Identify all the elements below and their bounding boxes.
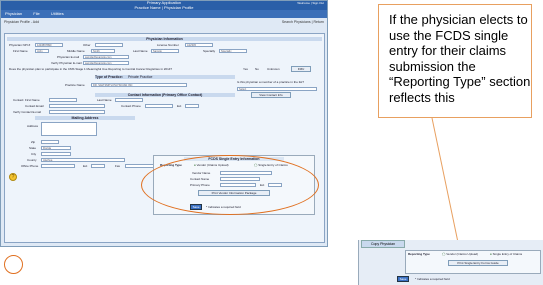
office-phone-label: Office Phone bbox=[21, 164, 39, 168]
other-label: Other bbox=[83, 43, 91, 47]
zoom-option-single-entry[interactable]: ● Single Entry of Claims bbox=[490, 252, 522, 256]
menu-item-utilities[interactable]: Utilities bbox=[51, 11, 64, 16]
state-select[interactable]: Florida bbox=[41, 146, 71, 150]
profile-links[interactable]: Search Physicians | Return bbox=[282, 19, 324, 25]
participation-question: Does the physician plan to participate i… bbox=[9, 67, 173, 71]
contact-ext-input[interactable] bbox=[185, 104, 199, 108]
physician-info-header: Physician Information bbox=[7, 37, 322, 41]
tab-strip: Physician LookupPhysician Info bbox=[4, 26, 83, 42]
zip-input[interactable] bbox=[41, 140, 59, 144]
address-label: Address bbox=[27, 124, 39, 128]
zip-label: Zip bbox=[31, 140, 36, 144]
contact-phone-label: Contact Phone bbox=[121, 104, 141, 108]
menu-bar: Physician File Utilities bbox=[1, 10, 327, 18]
zoom-save-button[interactable]: Save bbox=[397, 276, 409, 282]
participation-no[interactable]: No bbox=[255, 67, 259, 71]
verify-contact-input[interactable] bbox=[49, 110, 105, 114]
city-input[interactable] bbox=[41, 152, 71, 156]
member-question: Is this physician a member of a practice… bbox=[237, 80, 305, 84]
specialty-select[interactable]: Specialty bbox=[219, 49, 247, 53]
county-label: County bbox=[27, 158, 37, 162]
fax-label: Fax bbox=[115, 164, 121, 168]
npi-input[interactable]: 1234567890 bbox=[35, 43, 63, 47]
zoom-required-note: * Indicates a required field bbox=[415, 277, 450, 281]
callout-text: If the physician elects to use the FCDS … bbox=[389, 12, 531, 105]
office-phone-input[interactable] bbox=[41, 164, 75, 168]
type-of-practice-label: Type of Practice: bbox=[95, 75, 123, 79]
contact-phone-input[interactable] bbox=[145, 104, 173, 108]
contact-email-label: Contact Email bbox=[25, 104, 44, 108]
contact-info-header: Contact Information (Primary Office Cont… bbox=[95, 93, 235, 97]
zoomed-detail: Copy Physician Reporting Type ◯ Vendor (… bbox=[358, 240, 543, 285]
verify-contact-label: Verify Contact E-mail bbox=[13, 110, 42, 114]
contact-first-label: Contact: First Name bbox=[13, 98, 40, 102]
type-of-practice: Type of Practice: Private Practice bbox=[95, 75, 235, 79]
callout-box: If the physician elects to use the FCDS … bbox=[378, 4, 532, 118]
contact-last-label: Last Name bbox=[97, 98, 112, 102]
last-name-input[interactable]: Sample bbox=[151, 49, 179, 53]
highlight-ellipse bbox=[141, 155, 319, 215]
participation-yes[interactable]: Yes bbox=[243, 67, 248, 71]
profile-header: Physician Profile - Add Search Physician… bbox=[1, 19, 327, 25]
mailing-header: Mailing Address bbox=[35, 116, 135, 120]
zoom-reporting-type-label: Reporting Type bbox=[408, 252, 430, 256]
license-label: License Number bbox=[157, 43, 179, 47]
verify-email-label: Verify Physician E-mail bbox=[51, 61, 82, 65]
practice-name-input[interactable]: DR. SAM SMITH PHYSICIAN INC bbox=[91, 83, 187, 87]
other-input[interactable] bbox=[95, 43, 123, 47]
county-select[interactable]: Alachua bbox=[41, 158, 125, 162]
office-ext-input[interactable] bbox=[91, 164, 105, 168]
physician-email-label: Physician E-mail bbox=[57, 55, 80, 59]
zoom-fcds-panel: Reporting Type ◯ Vendor (Claims Upload) … bbox=[405, 250, 541, 274]
zoom-tab-copy-physician[interactable]: Copy Physician bbox=[361, 240, 405, 248]
help-icon[interactable]: ? bbox=[9, 173, 17, 181]
physician-email-input[interactable]: sample@example.com bbox=[83, 55, 129, 59]
npi-label: Physician NPI # bbox=[9, 43, 31, 47]
zoom-option-vendor[interactable]: ◯ Vendor (Claims Upload) bbox=[442, 252, 478, 256]
first-name-label: First Name bbox=[13, 49, 28, 53]
verify-email-input[interactable]: sample@example.com bbox=[83, 61, 129, 65]
city-label: City bbox=[31, 152, 37, 156]
menu-item-file[interactable]: File bbox=[33, 11, 39, 16]
participation-unknown[interactable]: Unknown bbox=[267, 67, 280, 71]
contact-ext-label: Ext bbox=[177, 104, 182, 108]
license-input[interactable]: A12345 bbox=[185, 43, 213, 47]
private-practice-radio[interactable]: Private Practice bbox=[128, 75, 153, 79]
state-label: State bbox=[29, 146, 37, 150]
view-contact-button[interactable]: View Contact Info bbox=[251, 92, 291, 98]
app-window: Primary Application Practice Name | Phys… bbox=[0, 0, 328, 247]
fax-input[interactable] bbox=[125, 164, 155, 168]
middle-name-input[interactable]: Smith bbox=[91, 49, 115, 53]
menu-item-physician[interactable]: Physician bbox=[5, 11, 22, 16]
title-bar: Primary Application Practice Name | Phys… bbox=[1, 0, 327, 10]
profile-title: Physician Profile - Add bbox=[4, 20, 40, 24]
contact-last-input[interactable] bbox=[115, 98, 143, 102]
practice-select[interactable]: Select bbox=[237, 87, 317, 91]
annotation-circle bbox=[4, 255, 23, 274]
address-input[interactable] bbox=[41, 122, 97, 136]
zoom-option-single-entry-label: Single Entry of Claims bbox=[492, 252, 523, 256]
specialty-label: Specialty bbox=[203, 49, 216, 53]
office-ext-label: Ext bbox=[83, 164, 88, 168]
first-name-input[interactable]: John bbox=[35, 49, 49, 53]
contact-first-input[interactable] bbox=[49, 98, 77, 102]
last-name-label: Last Name bbox=[133, 49, 148, 53]
contact-email-input[interactable] bbox=[49, 104, 105, 108]
middle-name-label: Middle Name bbox=[67, 49, 85, 53]
account-links[interactable]: Welcome | Sign Out bbox=[297, 1, 324, 6]
fmu-button[interactable]: FMU bbox=[291, 66, 311, 72]
zoom-print-button[interactable]: Print Single Entry Forms Guide bbox=[448, 260, 508, 266]
practice-name-label: Practice Name bbox=[65, 83, 85, 87]
zoom-option-vendor-label: Vendor (Claims Upload) bbox=[446, 252, 479, 256]
